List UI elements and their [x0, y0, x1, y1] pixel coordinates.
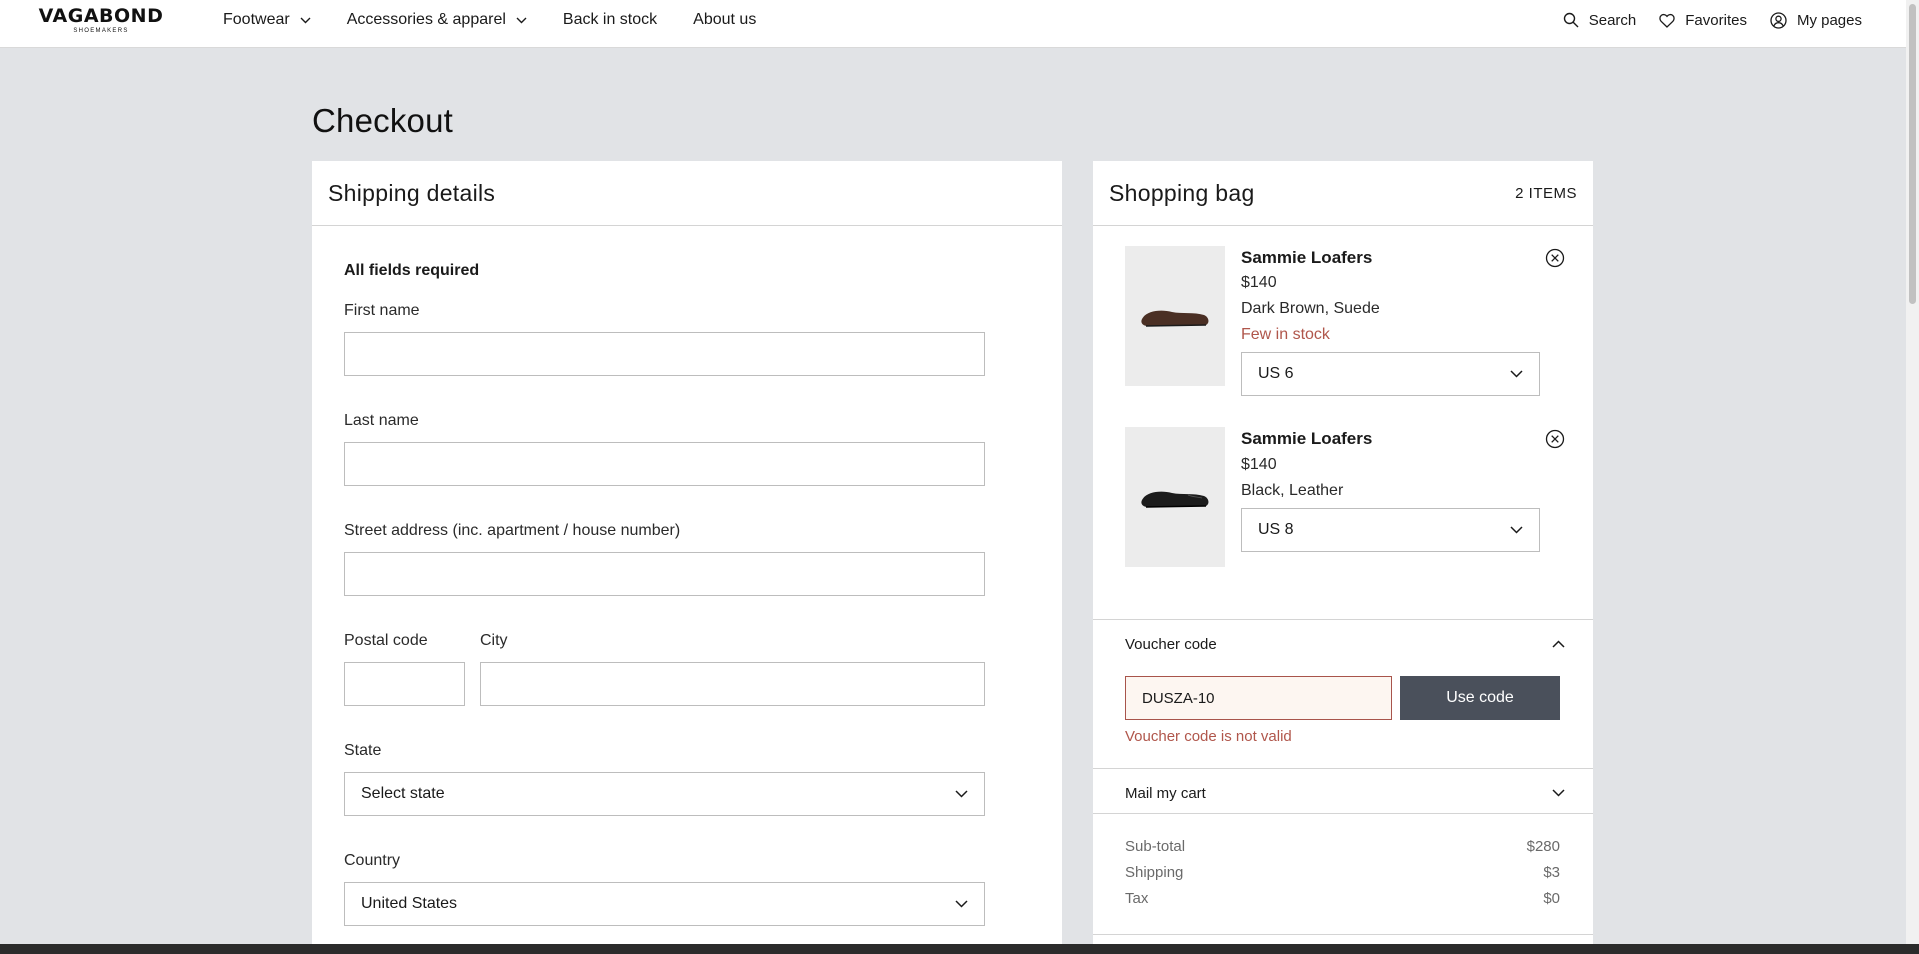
shopping-bag-panel: Shopping bag 2 ITEMS Sammie Loafers $140… — [1093, 161, 1593, 954]
product-name[interactable]: Sammie Loafers — [1241, 248, 1372, 268]
loafer-image — [1141, 491, 1209, 508]
remove-item-icon[interactable] — [1545, 248, 1565, 268]
page-scrollbar[interactable] — [1906, 0, 1919, 944]
subtotal-row: Sub-total $280 — [1125, 838, 1560, 855]
mail-cart-toggle[interactable]: Mail my cart — [1125, 783, 1565, 803]
last-name-field[interactable] — [344, 442, 985, 486]
product-image[interactable] — [1125, 427, 1225, 567]
divider — [1093, 619, 1593, 620]
site-header: VAGABOND SHOEMAKERS Footwear Accessories… — [0, 0, 1906, 48]
bag-item-count: 2 ITEMS — [1515, 184, 1577, 202]
divider — [1093, 813, 1593, 814]
nav-accessories-label: Accessories & apparel — [346, 11, 506, 28]
tax-value: $0 — [1543, 890, 1560, 907]
postal-code-field[interactable] — [344, 662, 465, 706]
product-name[interactable]: Sammie Loafers — [1241, 429, 1372, 449]
chevron-down-icon — [1510, 370, 1523, 378]
subtotal-label: Sub-total — [1125, 838, 1186, 855]
product-variant: Black, Leather — [1241, 482, 1344, 499]
first-name-label: First name — [344, 302, 420, 319]
user-icon — [1770, 11, 1787, 29]
state-label: State — [344, 742, 382, 759]
utility-nav: Search Favorites My pages — [1540, 0, 1862, 40]
size-select[interactable]: US 8 — [1241, 508, 1540, 552]
tax-label: Tax — [1125, 890, 1149, 907]
chevron-down-icon — [1510, 526, 1523, 534]
chevron-down-icon — [516, 17, 527, 23]
logo-wordmark: VAGABOND — [38, 5, 164, 27]
main-nav: Footwear Accessories & apparel Back in s… — [223, 0, 792, 40]
nav-about-us-label: About us — [693, 11, 757, 28]
product-price: $140 — [1241, 274, 1277, 291]
shipping-details-panel: Shipping details All fields required Fir… — [312, 161, 1062, 954]
nav-footwear-label: Footwear — [223, 11, 290, 28]
favorites-button[interactable]: Favorites — [1659, 12, 1747, 29]
scrollbar-thumb[interactable] — [1909, 4, 1916, 304]
street-address-label: Street address (inc. apartment / house n… — [344, 522, 681, 539]
shipping-row: Shipping $3 — [1125, 864, 1560, 881]
nav-back-in-stock-label: Back in stock — [562, 11, 658, 28]
nav-back-in-stock[interactable]: Back in stock — [563, 11, 657, 29]
last-name-label: Last name — [344, 412, 419, 429]
shipping-title: Shipping details — [328, 179, 496, 206]
window-bottom-edge — [0, 944, 1919, 954]
shipping-cost-label: Shipping — [1125, 864, 1184, 881]
chevron-down-icon — [1552, 789, 1565, 797]
city-field[interactable] — [480, 662, 985, 706]
voucher-error-message: Voucher code is not valid — [1125, 728, 1292, 745]
shipping-cost-value: $3 — [1543, 864, 1560, 881]
favorites-label: Favorites — [1685, 11, 1747, 29]
bag-header: Shopping bag 2 ITEMS — [1093, 161, 1593, 226]
country-select[interactable]: United States — [344, 882, 985, 926]
nav-about-us[interactable]: About us — [693, 11, 756, 29]
city-label: City — [480, 632, 508, 649]
page-title: Checkout — [312, 102, 454, 139]
subtotal-value: $280 — [1526, 838, 1560, 855]
size-selected-value: US 8 — [1258, 521, 1294, 538]
chevron-up-icon — [1552, 640, 1565, 648]
first-name-field[interactable] — [344, 332, 985, 376]
use-code-button[interactable]: Use code — [1400, 676, 1560, 720]
voucher-label: Voucher code — [1125, 635, 1217, 653]
mail-cart-label: Mail my cart — [1125, 784, 1206, 802]
chevron-down-icon — [955, 790, 968, 798]
my-pages-label: My pages — [1796, 11, 1862, 29]
tax-row: Tax $0 — [1125, 890, 1560, 907]
country-label: Country — [344, 852, 401, 869]
country-selected-value: United States — [361, 895, 458, 912]
bag-item: Sammie Loafers $140 Black, Leather US 8 — [1125, 427, 1565, 567]
bag-item: Sammie Loafers $140 Dark Brown, Suede Fe… — [1125, 246, 1565, 406]
street-address-field[interactable] — [344, 552, 985, 596]
product-price: $140 — [1241, 456, 1277, 473]
shipping-header: Shipping details — [312, 161, 1062, 226]
search-button[interactable]: Search — [1563, 11, 1637, 29]
nav-accessories[interactable]: Accessories & apparel — [347, 11, 527, 29]
chevron-down-icon — [955, 900, 968, 908]
bag-title: Shopping bag — [1109, 179, 1255, 206]
postal-code-label: Postal code — [344, 632, 428, 649]
heart-icon — [1659, 13, 1675, 28]
stock-status: Few in stock — [1241, 326, 1330, 343]
required-note: All fields required — [344, 262, 480, 279]
brand-logo[interactable]: VAGABOND SHOEMAKERS — [31, 5, 171, 35]
divider — [1093, 934, 1593, 935]
search-icon — [1563, 12, 1579, 28]
product-image[interactable] — [1125, 246, 1225, 386]
remove-item-icon[interactable] — [1545, 429, 1565, 449]
size-selected-value: US 6 — [1258, 365, 1294, 382]
voucher-toggle[interactable]: Voucher code — [1125, 634, 1565, 654]
state-select[interactable]: Select state — [344, 772, 985, 816]
my-pages-button[interactable]: My pages — [1770, 12, 1862, 29]
size-select[interactable]: US 6 — [1241, 352, 1540, 396]
voucher-code-input[interactable] — [1125, 676, 1392, 720]
logo-tagline: SHOEMAKERS — [73, 28, 129, 34]
nav-footwear[interactable]: Footwear — [223, 11, 311, 29]
loafer-image — [1141, 310, 1209, 327]
chevron-down-icon — [300, 17, 311, 23]
product-variant: Dark Brown, Suede — [1241, 300, 1380, 317]
state-selected-value: Select state — [361, 785, 445, 802]
divider — [1093, 768, 1593, 769]
search-label: Search — [1588, 11, 1637, 29]
